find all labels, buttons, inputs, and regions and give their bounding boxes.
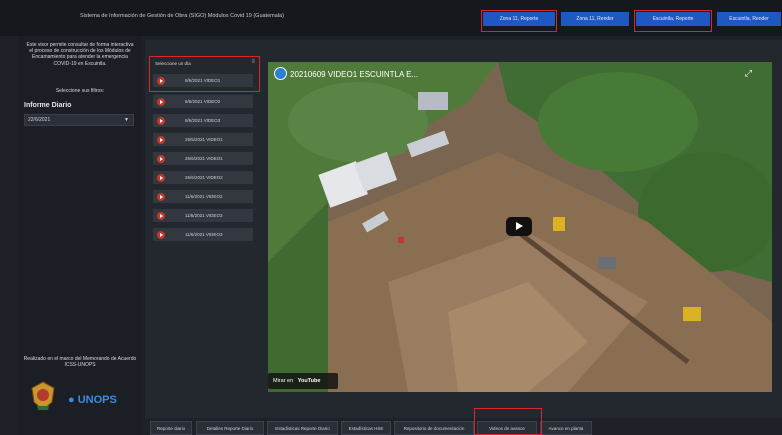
list-item[interactable]: 8/6/2021 VIDEO2 bbox=[153, 95, 253, 108]
video-icon bbox=[157, 155, 165, 163]
sidebar-description: Este visor permite consultar de forma in… bbox=[26, 42, 134, 67]
watch-on-youtube-button[interactable]: Mirar en YouTube bbox=[268, 373, 338, 389]
sidebar-footer: Realizado en el marco del Memorando de A… bbox=[23, 356, 137, 369]
tab-avance-en-planta[interactable]: Avance en planta bbox=[540, 421, 592, 435]
youtube-icon: YouTube bbox=[297, 378, 321, 384]
list-item[interactable]: 26/6/2021 VIDEO1 bbox=[153, 152, 253, 165]
zona11-render-button[interactable]: Zona 11, Render bbox=[561, 12, 629, 26]
video-player[interactable]: 20210609 VIDEO1 ESCUINTLA E... ⤢ Mirar e… bbox=[268, 62, 772, 392]
filters-label: Seleccione sus filtros: bbox=[55, 88, 105, 94]
tab-reporte-diario[interactable]: Reporte diario bbox=[150, 421, 192, 435]
list-item[interactable]: 8/6/2021 VIDEO3 bbox=[153, 114, 253, 127]
sidebar: Este visor permite consultar de forma in… bbox=[18, 36, 142, 435]
top-bar: Sistema de Información de Gestión de Obr… bbox=[0, 0, 782, 36]
escuintla-reporte-button[interactable]: Escuintla, Reporte bbox=[636, 12, 710, 26]
list-item[interactable]: 8/6/2021 VIDEO1 bbox=[153, 74, 253, 87]
list-item[interactable]: 11/6/2021 VIDEO3 bbox=[153, 209, 253, 222]
video-icon bbox=[157, 136, 165, 144]
zona11-reporte-button[interactable]: Zona 11, Reporte bbox=[483, 12, 555, 26]
list-item[interactable]: 28/5/2021 VIDEO1 bbox=[153, 133, 253, 146]
channel-avatar[interactable] bbox=[274, 67, 287, 80]
hamburger-icon[interactable]: ≡ bbox=[251, 59, 255, 65]
tab-detalles-reporte-diario[interactable]: Detalles Reporte Diario bbox=[196, 421, 264, 435]
date-select-value: 22/6/2021 bbox=[28, 117, 51, 123]
video-icon bbox=[157, 174, 165, 182]
play-icon[interactable] bbox=[506, 217, 532, 236]
escuintla-render-button[interactable]: Escuintla, Render bbox=[717, 12, 781, 26]
video-title[interactable]: 20210609 VIDEO1 ESCUINTLA E... bbox=[290, 70, 418, 79]
video-icon bbox=[157, 212, 165, 220]
list-item[interactable]: 11/6/2021 VIDEO2 bbox=[153, 190, 253, 203]
app-title: Sistema de Información de Gestión de Obr… bbox=[80, 13, 284, 19]
tab-estadisticas-hse[interactable]: Estadísticas HSE bbox=[341, 421, 391, 435]
chevron-down-icon: ▼ bbox=[124, 117, 129, 123]
list-item[interactable]: 26/6/2021 VIDEO2 bbox=[153, 171, 253, 184]
video-icon bbox=[157, 98, 165, 106]
crest-logo bbox=[31, 381, 55, 411]
video-icon bbox=[157, 193, 165, 201]
unops-logo: ● UNOPS bbox=[68, 394, 117, 406]
tab-videos-de-avance[interactable]: Videos de avance bbox=[477, 421, 537, 435]
video-icon bbox=[157, 77, 165, 85]
report-heading: Informe Diario bbox=[24, 102, 72, 109]
list-item[interactable]: 11/6/2021 VIDEO3 bbox=[153, 228, 253, 241]
video-list: Seleccione un día ≡ 8/6/2021 VIDEO1 8/6/… bbox=[149, 57, 259, 241]
tab-repositorio[interactable]: Repositorio de documentación bbox=[394, 421, 474, 435]
date-select[interactable]: 22/6/2021 ▼ bbox=[24, 114, 134, 126]
video-icon bbox=[157, 231, 165, 239]
video-list-header: Seleccione un día ≡ bbox=[155, 59, 255, 66]
tab-estadisticas-reporte-diario[interactable]: Estadísticas Reporte Diario bbox=[267, 421, 338, 435]
share-icon[interactable]: ⤢ bbox=[745, 68, 752, 79]
video-icon bbox=[157, 117, 165, 125]
